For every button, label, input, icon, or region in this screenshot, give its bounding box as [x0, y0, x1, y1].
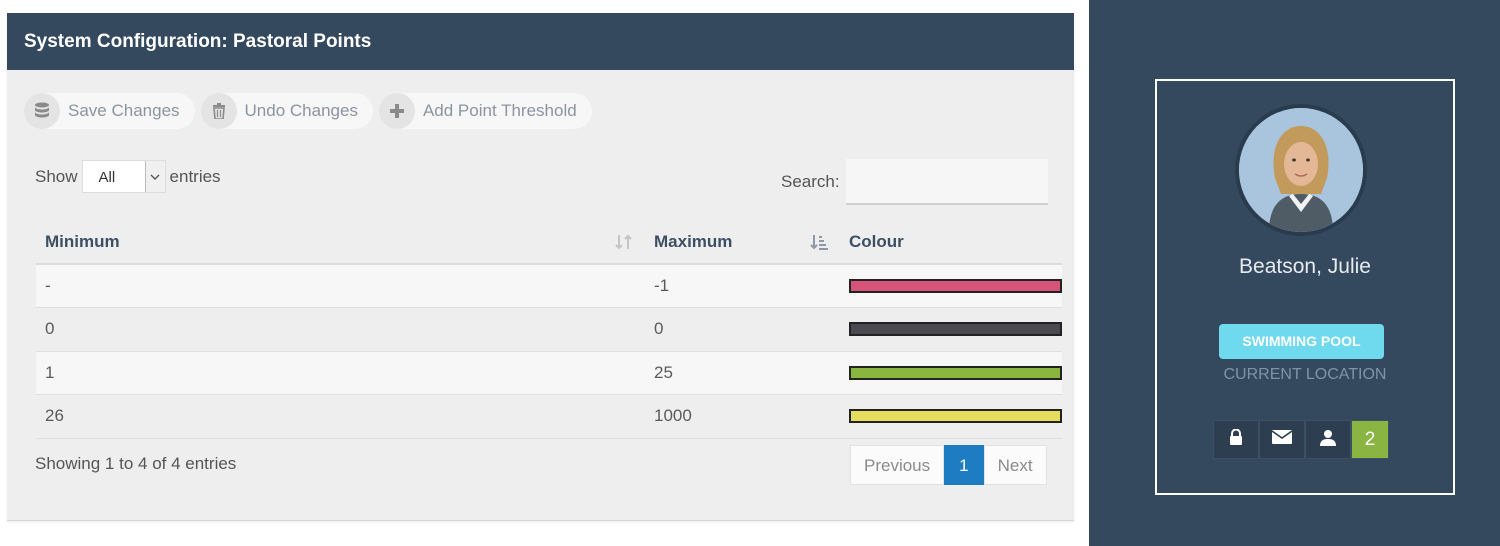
panel-title: System Configuration: Pastoral Points	[7, 13, 1074, 70]
profile-actions: 2	[1213, 420, 1389, 459]
minimum-cell: 26	[36, 394, 645, 439]
pagination: Previous 1 Next	[850, 445, 1047, 485]
colour-swatch[interactable]	[849, 409, 1062, 424]
page-length-select[interactable]: All	[81, 160, 166, 193]
sort-descending-icon	[810, 233, 828, 256]
add-point-threshold-button[interactable]: Add Point Threshold	[378, 93, 592, 129]
page-1-button[interactable]: 1	[944, 445, 984, 485]
table-info: Showing 1 to 4 of 4 entries	[35, 454, 237, 473]
colour-swatch[interactable]	[849, 322, 1062, 337]
colour-cell	[840, 351, 1062, 395]
table-row[interactable]: 1 25	[36, 351, 1062, 395]
table-header-row: Minimum Maximum Colour	[36, 221, 1062, 265]
table-row[interactable]: 26 1000	[36, 394, 1062, 439]
table-search: Search:	[781, 159, 1048, 205]
notification-count[interactable]: 2	[1351, 420, 1389, 459]
colour-cell	[840, 394, 1062, 439]
colour-swatch[interactable]	[849, 365, 1062, 380]
search-label: Search:	[781, 172, 840, 191]
column-header-minimum[interactable]: Minimum	[36, 221, 645, 265]
profile-button[interactable]	[1305, 420, 1351, 459]
lock-button[interactable]	[1213, 420, 1259, 459]
avatar	[1235, 104, 1367, 236]
student-photo	[1239, 108, 1363, 232]
trash-icon	[200, 93, 237, 129]
show-label: Show	[35, 166, 78, 186]
user-icon	[1320, 429, 1336, 451]
email-button[interactable]	[1259, 420, 1305, 459]
student-name: Beatson, Julie	[1239, 255, 1371, 278]
colour-swatch[interactable]	[849, 279, 1062, 293]
colour-cell	[840, 264, 1062, 308]
plus-icon	[378, 93, 415, 129]
column-header-label: Maximum	[654, 232, 733, 251]
search-input[interactable]	[845, 159, 1048, 205]
envelope-icon	[1271, 430, 1293, 449]
save-changes-button[interactable]: Save Changes	[24, 93, 195, 129]
maximum-cell: -1	[645, 264, 840, 308]
maximum-cell: 0	[645, 307, 840, 352]
previous-page-button[interactable]: Previous	[850, 445, 945, 485]
page-length-control: Show All entries	[35, 160, 221, 193]
next-page-button[interactable]: Next	[983, 445, 1047, 485]
column-header-label: Minimum	[45, 232, 120, 251]
location-caption: CURRENT LOCATION	[1223, 366, 1387, 383]
chevron-down-icon	[144, 161, 165, 192]
location-badge: SWIMMING POOL	[1219, 324, 1384, 359]
minimum-cell: 0	[36, 307, 645, 352]
undo-changes-button[interactable]: Undo Changes	[200, 93, 373, 129]
maximum-cell: 25	[645, 351, 840, 395]
column-header-label: Colour	[849, 232, 904, 251]
table-row[interactable]: 0 0	[36, 307, 1062, 352]
table-row[interactable]: - -1	[36, 264, 1062, 308]
column-header-colour: Colour	[840, 221, 1062, 265]
thresholds-table: Minimum Maximum Colour - -1 0 0 1 25 26 …	[36, 221, 1062, 439]
profile-sidebar: Beatson, Julie SWIMMING POOL CURRENT LOC…	[1089, 0, 1500, 546]
entries-label: entries	[169, 166, 221, 186]
colour-cell	[840, 307, 1062, 352]
database-icon	[24, 93, 60, 129]
add-point-threshold-label: Add Point Threshold	[422, 101, 577, 120]
undo-changes-label: Undo Changes	[244, 101, 358, 120]
toolbar: Save Changes Undo Changes Add Point Thre…	[24, 93, 592, 129]
minimum-cell: 1	[36, 351, 645, 395]
save-changes-label: Save Changes	[68, 101, 180, 120]
sort-both-icon	[615, 233, 633, 256]
minimum-cell: -	[36, 264, 645, 308]
maximum-cell: 1000	[645, 394, 840, 439]
page-length-value: All	[98, 169, 116, 186]
lock-icon	[1229, 428, 1243, 450]
pastoral-points-panel: System Configuration: Pastoral Points Sa…	[7, 13, 1074, 521]
profile-card: Beatson, Julie SWIMMING POOL CURRENT LOC…	[1155, 79, 1455, 495]
column-header-maximum[interactable]: Maximum	[645, 221, 840, 265]
